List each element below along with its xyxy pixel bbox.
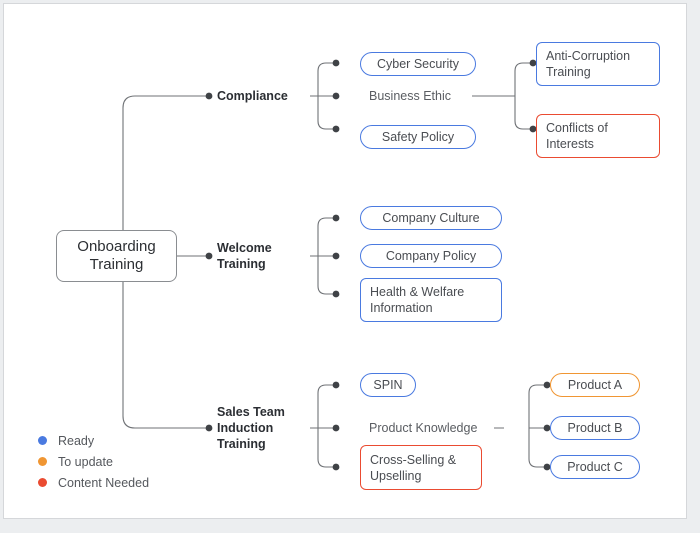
branch-label-compliance[interactable]: Compliance xyxy=(217,88,309,104)
mindmap-canvas: Onboarding Training Compliance Welcome Tra… xyxy=(3,3,687,519)
node-health-welfare-information-label: Health & Welfare Information xyxy=(370,285,465,315)
root-node-label: Onboarding Training xyxy=(77,238,156,273)
node-product-knowledge-label: Product Knowledge xyxy=(369,421,478,435)
branch-compliance-text: Compliance xyxy=(217,89,288,103)
legend-item-to-update: To update xyxy=(38,451,149,472)
node-product-a-label: Product A xyxy=(567,378,623,392)
node-conflicts-of-interests-label: Conflicts of Interests xyxy=(546,121,608,151)
node-anti-corruption-training[interactable]: Anti-Corruption Training xyxy=(536,42,660,86)
node-spin-label: SPIN xyxy=(373,378,403,392)
legend-item-ready: Ready xyxy=(38,430,149,451)
legend-dot-content-needed-icon xyxy=(38,478,47,487)
node-business-ethic-label: Business Ethic xyxy=(369,89,451,103)
node-cross-selling-upselling-label: Cross-Selling & Upselling xyxy=(370,452,457,483)
node-business-ethic[interactable]: Business Ethic xyxy=(369,88,479,104)
node-product-b[interactable]: Product B xyxy=(550,416,640,440)
node-company-policy-label: Company Policy xyxy=(385,249,477,263)
branch-welcome-training-text: Welcome Training xyxy=(217,241,272,271)
branch-label-welcome-training[interactable]: Welcome Training xyxy=(217,240,309,272)
node-safety-policy-label: Safety Policy xyxy=(381,130,455,144)
node-product-c-label: Product C xyxy=(567,460,623,474)
node-product-c[interactable]: Product C xyxy=(550,455,640,479)
branch-label-sales-team-induction-training[interactable]: Sales Team Induction Training xyxy=(217,404,309,452)
legend-label-content-needed: Content Needed xyxy=(58,475,150,490)
legend-label-ready: Ready xyxy=(58,433,95,448)
node-product-knowledge[interactable]: Product Knowledge xyxy=(369,420,509,436)
node-product-b-label: Product B xyxy=(567,421,623,435)
legend-item-content-needed: Content Needed xyxy=(38,472,149,493)
node-spin[interactable]: SPIN xyxy=(360,373,416,397)
legend-dot-to-update-icon xyxy=(38,457,47,466)
node-cross-selling-upselling[interactable]: Cross-Selling & Upselling xyxy=(360,445,482,490)
node-anti-corruption-training-label: Anti-Corruption Training xyxy=(546,49,631,79)
node-cyber-security-label: Cyber Security xyxy=(377,57,459,71)
legend-label-to-update: To update xyxy=(58,454,113,469)
node-conflicts-of-interests[interactable]: Conflicts of Interests xyxy=(536,114,660,158)
node-company-policy[interactable]: Company Policy xyxy=(360,244,502,268)
root-node-onboarding-training[interactable]: Onboarding Training xyxy=(56,230,177,282)
node-cyber-security[interactable]: Cyber Security xyxy=(360,52,476,76)
node-safety-policy[interactable]: Safety Policy xyxy=(360,125,476,149)
node-company-culture[interactable]: Company Culture xyxy=(360,206,502,230)
branch-sales-team-text: Sales Team Induction Training xyxy=(217,405,285,451)
node-health-welfare-information[interactable]: Health & Welfare Information xyxy=(360,278,502,322)
legend-dot-ready-icon xyxy=(38,436,47,445)
legend: Ready To update Content Needed xyxy=(38,430,149,493)
node-product-a[interactable]: Product A xyxy=(550,373,640,397)
node-company-culture-label: Company Culture xyxy=(382,211,480,225)
